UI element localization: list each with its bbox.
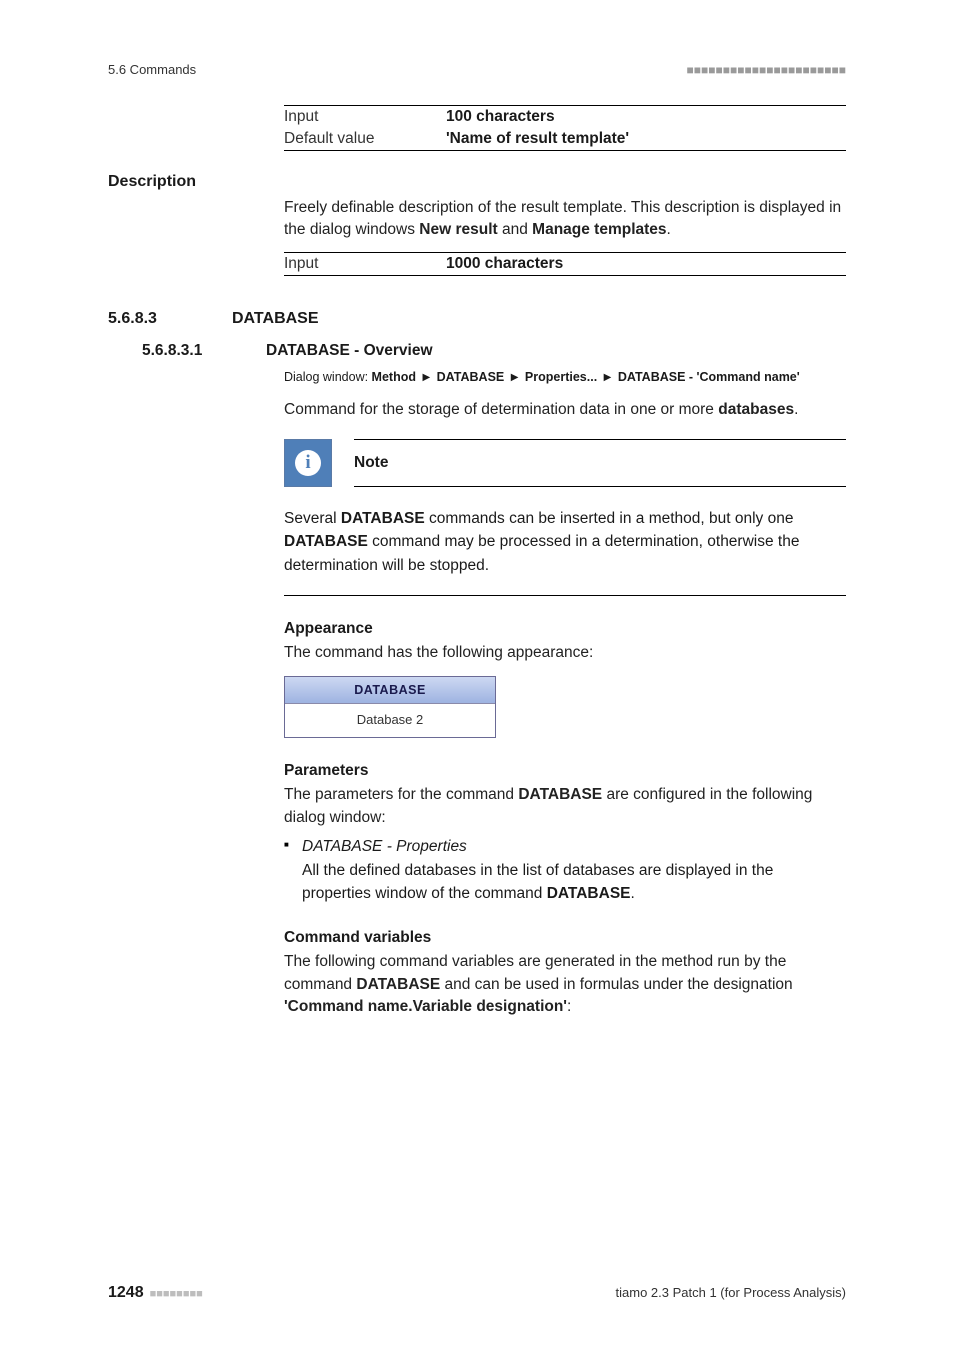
command-variables-paragraph: The following command variables are gene…	[284, 951, 846, 1018]
subsection-number: 5.6.8.3.1	[142, 342, 238, 360]
row2-input-val: 1000 characters	[446, 252, 846, 275]
heading-description: Description	[108, 173, 846, 191]
footer-decorative-bars: ■■■■■■■■	[150, 1288, 203, 1300]
description-paragraph: Freely definable description of the resu…	[284, 197, 846, 242]
dialog-window-path: Dialog window: Method ▶ DATABASE ▶ Prope…	[284, 368, 846, 387]
parameters-list: DATABASE - Properties All the defined da…	[284, 835, 846, 905]
row-default-key: Default value	[284, 128, 446, 151]
row-input-key: Input	[284, 106, 446, 129]
triangle-icon: ▶	[511, 370, 519, 385]
row-default-val: 'Name of result template'	[446, 128, 846, 151]
header-decorative-bars: ■■■■■■■■■■■■■■■■■■■■■■	[687, 63, 846, 77]
heading-parameters: Parameters	[284, 762, 846, 780]
footer-product: tiamo 2.3 Patch 1 (for Process Analysis)	[616, 1285, 846, 1300]
header-breadcrumb: 5.6 Commands	[108, 62, 196, 77]
note-title: Note	[354, 454, 388, 472]
triangle-icon: ▶	[604, 370, 612, 385]
info-icon: i	[284, 439, 332, 487]
page-number: 1248	[108, 1284, 144, 1302]
appearance-paragraph: The command has the following appearance…	[284, 642, 846, 664]
input-table-2: Input 1000 characters	[284, 252, 846, 276]
section-number: 5.6.8.3	[108, 310, 204, 328]
input-table-1: Input 100 characters Default value 'Name…	[284, 105, 846, 151]
section-title: DATABASE	[232, 310, 319, 328]
row-input-val: 100 characters	[446, 106, 846, 129]
heading-command-variables: Command variables	[284, 929, 846, 947]
note-block: i Note Several DATABASE commands can be …	[284, 439, 846, 596]
command-box-title: DATABASE	[285, 677, 495, 704]
list-item: DATABASE - Properties All the defined da…	[284, 835, 846, 905]
row2-input-key: Input	[284, 252, 446, 275]
command-box-body: Database 2	[285, 704, 495, 737]
note-body: Several DATABASE commands can be inserte…	[284, 507, 846, 577]
command-box: DATABASE Database 2	[284, 676, 496, 738]
parameters-paragraph: The parameters for the command DATABASE …	[284, 784, 846, 829]
triangle-icon: ▶	[422, 370, 430, 385]
heading-appearance: Appearance	[284, 620, 846, 638]
list-item-title: DATABASE - Properties	[302, 838, 467, 855]
subsection-title: DATABASE - Overview	[266, 342, 433, 360]
command-intro: Command for the storage of determination…	[284, 399, 846, 421]
